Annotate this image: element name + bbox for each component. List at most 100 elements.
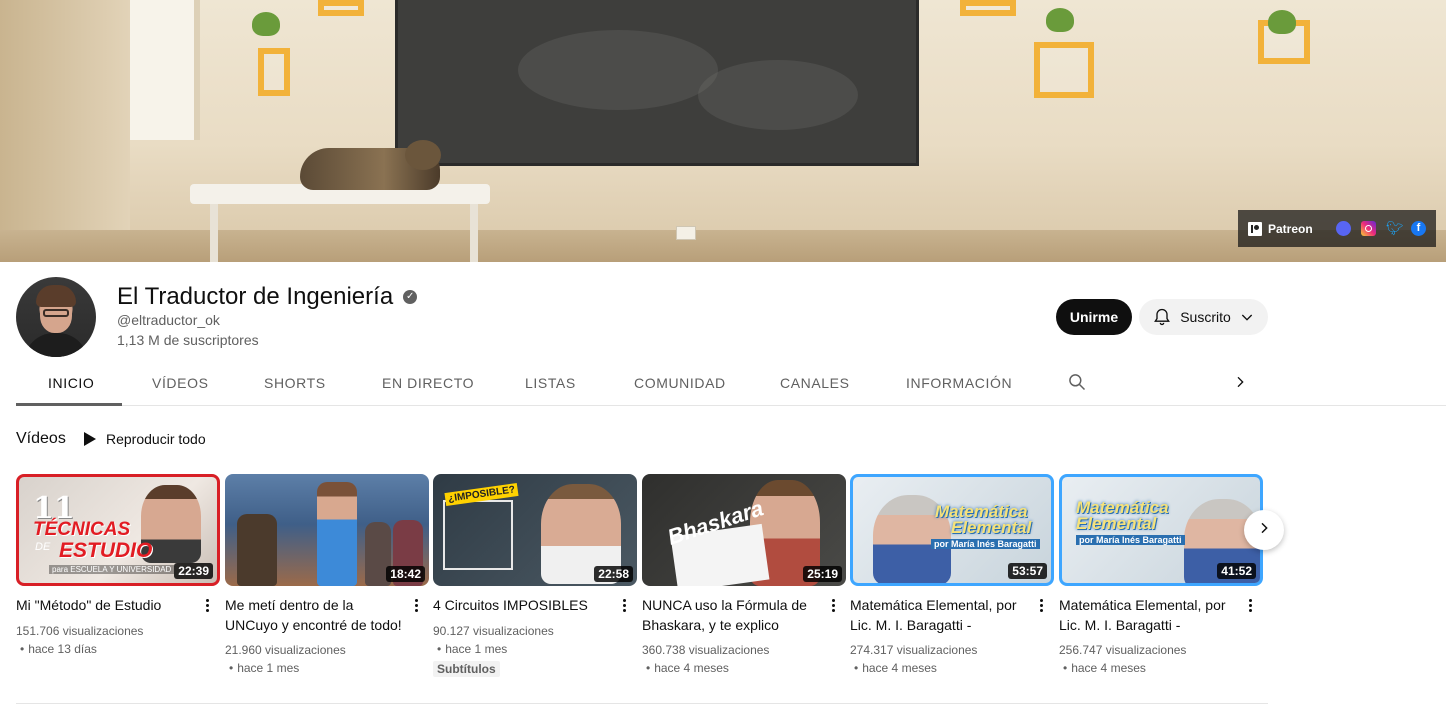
video-age-row: • hace 4 meses xyxy=(854,661,937,675)
video-age: hace 4 meses xyxy=(862,661,937,675)
video-age-row: • hace 1 mes xyxy=(437,642,508,656)
video-card: Bhaskara 25:19 NUNCA uso la Fórmula de B… xyxy=(642,474,846,675)
thumbnail-text: para ESCUELA Y UNIVERSIDAD xyxy=(49,565,175,574)
channel-handle: @eltraductor_ok xyxy=(117,312,220,328)
video-duration: 22:39 xyxy=(174,563,213,579)
channel-tabs: INICIO VÍDEOS SHORTS EN DIRECTO LISTAS C… xyxy=(16,360,1446,406)
video-thumbnail[interactable]: ¿IMPOSIBLE? 22:58 xyxy=(433,474,637,586)
instagram-icon[interactable] xyxy=(1361,221,1376,236)
discord-icon[interactable] xyxy=(1336,221,1351,236)
thumbnail-text: TÉCNICAS xyxy=(33,519,131,540)
video-views: 256.747 visualizaciones xyxy=(1059,643,1187,657)
video-views: 360.738 visualizaciones xyxy=(642,643,770,657)
subscribed-label: Suscrito xyxy=(1180,309,1231,325)
verified-icon: ✓ xyxy=(403,290,418,304)
chevron-down-icon xyxy=(1239,309,1255,325)
subscriber-count: 1,13 M de suscriptores xyxy=(117,332,259,348)
banner-links: Patreon 🐦︎ f xyxy=(1238,210,1436,247)
more-options-icon[interactable] xyxy=(1245,595,1255,615)
play-all-label: Reproducir todo xyxy=(106,431,206,447)
video-age: hace 1 mes xyxy=(237,661,300,675)
join-button[interactable]: Unirme xyxy=(1056,299,1132,335)
chevron-right-icon[interactable] xyxy=(1232,373,1248,396)
video-age: hace 4 meses xyxy=(1071,661,1146,675)
thumbnail-text: Elemental xyxy=(1076,514,1157,533)
tab-shorts[interactable]: SHORTS xyxy=(264,360,326,406)
subscribed-button[interactable]: Suscrito xyxy=(1139,299,1268,335)
play-all-button[interactable]: Reproducir todo xyxy=(84,428,206,450)
video-age-row: • hace 4 meses xyxy=(646,661,729,675)
tab-en-directo[interactable]: EN DIRECTO xyxy=(382,360,474,406)
video-age-row: • hace 13 días xyxy=(20,642,97,656)
thumbnail-text: por María Inés Baragatti xyxy=(1076,535,1185,545)
video-views: 21.960 visualizaciones xyxy=(225,643,346,657)
thumbnail-text: DE xyxy=(35,541,51,553)
channel-name: El Traductor de Ingeniería ✓ xyxy=(117,283,418,311)
carousel-next-button[interactable] xyxy=(1244,510,1284,550)
video-thumbnail[interactable]: Matemática Elemental por María Inés Bara… xyxy=(1059,474,1263,586)
channel-search-icon[interactable] xyxy=(1067,372,1087,397)
tab-inicio[interactable]: INICIO xyxy=(48,360,94,406)
play-icon xyxy=(84,432,96,446)
twitter-icon[interactable]: 🐦︎ xyxy=(1386,221,1404,236)
video-duration: 41:52 xyxy=(1217,563,1256,579)
video-card: ¿IMPOSIBLE? 22:58 4 Circuitos IMPOSIBLES… xyxy=(433,474,637,677)
patreon-icon xyxy=(1248,221,1262,236)
video-duration: 53:57 xyxy=(1008,563,1047,579)
video-thumbnail[interactable]: Matemática Elemental por María Inés Bara… xyxy=(850,474,1054,586)
thumbnail-text: ESTUDIO xyxy=(59,539,153,562)
banner-table-leg xyxy=(470,204,478,262)
facebook-icon[interactable]: f xyxy=(1411,221,1426,236)
more-options-icon[interactable] xyxy=(828,595,838,615)
video-title[interactable]: 4 Circuitos IMPOSIBLES xyxy=(433,595,613,615)
channel-banner: Patreon 🐦︎ f xyxy=(0,0,1446,262)
banner-shelf xyxy=(318,0,364,16)
tab-videos[interactable]: VÍDEOS xyxy=(152,360,209,406)
patreon-label: Patreon xyxy=(1268,221,1313,236)
more-options-icon[interactable] xyxy=(411,595,421,615)
tab-informacion[interactable]: INFORMACIÓN xyxy=(906,360,1012,406)
banner-chalkboard xyxy=(395,0,919,166)
video-title[interactable]: NUNCA uso la Fórmula de Bhaskara, y te e… xyxy=(642,595,822,635)
more-options-icon[interactable] xyxy=(202,595,212,615)
banner-shelf xyxy=(1034,42,1094,98)
video-thumbnail[interactable]: 11 TÉCNICAS DE ESTUDIO para ESCUELA Y UN… xyxy=(16,474,220,586)
video-card: Matemática Elemental por María Inés Bara… xyxy=(850,474,1054,675)
tab-comunidad[interactable]: COMUNIDAD xyxy=(634,360,726,406)
more-options-icon[interactable] xyxy=(619,595,629,615)
chevron-right-icon xyxy=(1256,520,1272,541)
banner-plant xyxy=(252,12,280,36)
banner-table-leg xyxy=(210,204,218,262)
thumbnail-text: Elemental xyxy=(951,518,1032,537)
video-age-row: • hace 4 meses xyxy=(1063,661,1146,675)
section-divider xyxy=(16,703,1268,704)
banner-cat-head xyxy=(405,140,441,170)
video-thumbnail[interactable]: Bhaskara 25:19 xyxy=(642,474,846,586)
more-options-icon[interactable] xyxy=(1036,595,1046,615)
channel-avatar[interactable] xyxy=(16,277,96,357)
video-title[interactable]: Me metí dentro de la UNCuyo y encontré d… xyxy=(225,595,405,635)
banner-shelf xyxy=(960,0,1016,16)
banner-plant xyxy=(1268,10,1296,34)
bell-icon xyxy=(1152,307,1172,327)
video-thumbnail[interactable]: 18:42 xyxy=(225,474,429,586)
patreon-link[interactable]: Patreon xyxy=(1248,221,1313,236)
banner-plant xyxy=(1046,8,1074,32)
video-title[interactable]: Matemática Elemental, por Lic. M. I. Bar… xyxy=(1059,595,1239,635)
video-card: Matemática Elemental por María Inés Bara… xyxy=(1059,474,1263,675)
video-views: 90.127 visualizaciones xyxy=(433,624,554,638)
channel-name-text: El Traductor de Ingeniería xyxy=(117,283,394,310)
banner-wall xyxy=(0,0,130,262)
banner-shelf xyxy=(258,48,290,96)
video-title[interactable]: Matemática Elemental, por Lic. M. I. Bar… xyxy=(850,595,1030,635)
video-card: 11 TÉCNICAS DE ESTUDIO para ESCUELA Y UN… xyxy=(16,474,220,656)
video-title[interactable]: Mi "Método" de Estudio xyxy=(16,595,196,615)
video-age: hace 13 días xyxy=(28,642,97,656)
video-age: hace 4 meses xyxy=(654,661,729,675)
banner-window xyxy=(130,0,200,140)
video-views: 151.706 visualizaciones xyxy=(16,624,144,638)
video-age-row: • hace 1 mes xyxy=(229,661,300,675)
tab-listas[interactable]: LISTAS xyxy=(525,360,576,406)
tab-canales[interactable]: CANALES xyxy=(780,360,850,406)
banner-outlet xyxy=(676,226,696,240)
